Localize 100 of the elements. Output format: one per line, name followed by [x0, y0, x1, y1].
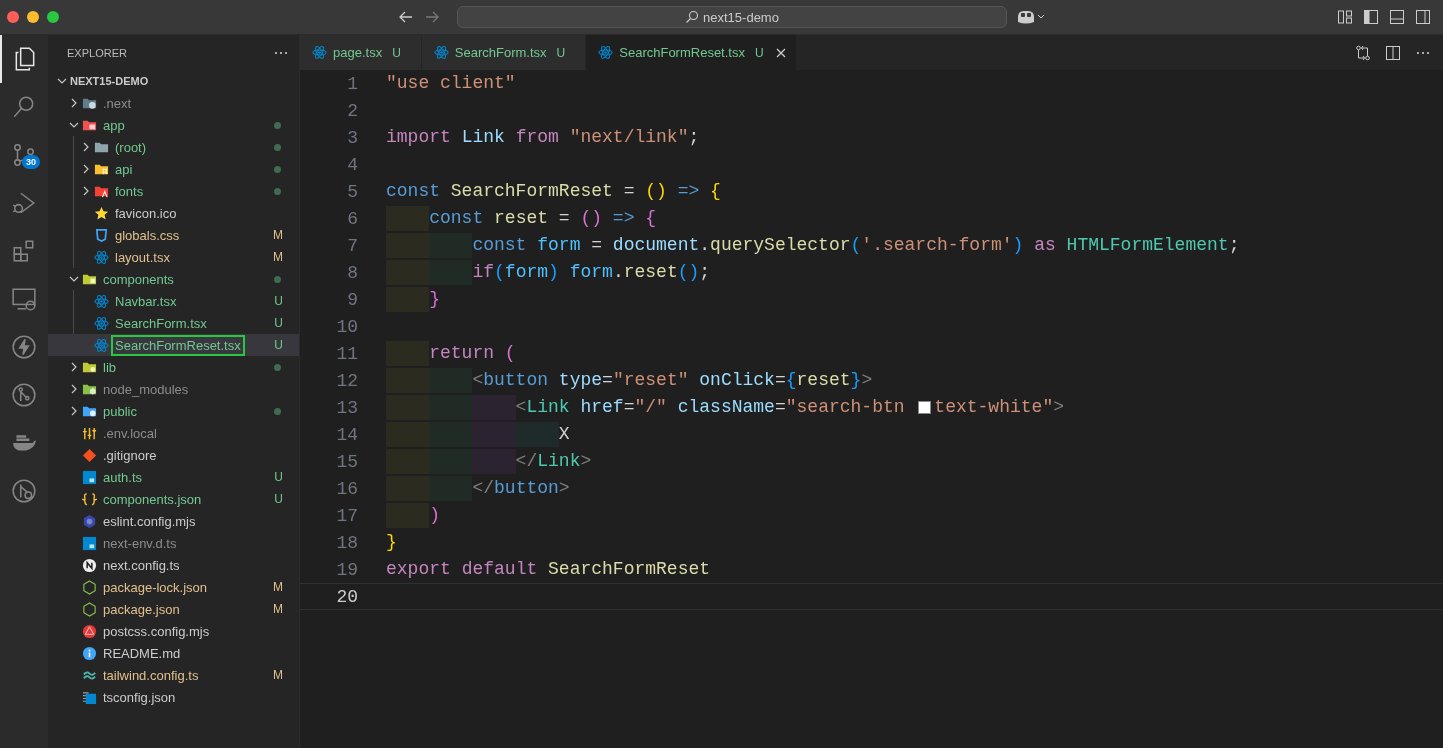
- code-token: reset: [796, 369, 851, 392]
- tree-row[interactable]: components.json U: [48, 488, 299, 510]
- tree-row[interactable]: SearchFormReset.tsx U: [48, 334, 299, 356]
- tree-row[interactable]: public: [48, 400, 299, 422]
- copilot-menu[interactable]: [1015, 9, 1045, 25]
- gitlens-icon[interactable]: [11, 478, 37, 504]
- tree-row[interactable]: auth.ts U: [48, 466, 299, 488]
- code-token: ): [1012, 234, 1025, 257]
- tree-row[interactable]: postcss.config.mjs: [48, 620, 299, 642]
- tree-row[interactable]: tsconfig.json: [48, 686, 299, 708]
- line-number: 19: [335, 559, 358, 580]
- file-name: package.json: [102, 600, 181, 619]
- command-search-field[interactable]: next15-demo: [457, 6, 1007, 28]
- file-name: .env.local: [102, 424, 158, 443]
- tree-row[interactable]: next.config.ts: [48, 554, 299, 576]
- code-token: "use client": [386, 72, 516, 95]
- tree-row[interactable]: README.md: [48, 642, 299, 664]
- tree-row[interactable]: tailwind.config.ts M: [48, 664, 299, 686]
- tree-row[interactable]: eslint.config.mjs: [48, 510, 299, 532]
- maximize-button[interactable]: [47, 11, 59, 23]
- code-token: }: [386, 531, 397, 554]
- monitor-icon[interactable]: [11, 286, 37, 312]
- layout-icon[interactable]: [1337, 9, 1353, 25]
- line-number: 13: [335, 397, 358, 418]
- css-file-icon: [94, 227, 109, 243]
- code-token: if: [386, 260, 495, 285]
- code-token: "/": [634, 396, 668, 419]
- status-letter: M: [273, 580, 283, 594]
- tree-row[interactable]: .env.local: [48, 422, 299, 444]
- code-token: <: [386, 395, 527, 420]
- atom-icon: [94, 249, 109, 265]
- code-token: (): [645, 180, 668, 203]
- line-number: 9: [346, 289, 358, 310]
- tree-row[interactable]: next-env.d.ts: [48, 532, 299, 554]
- status-letter: U: [274, 492, 283, 506]
- code-token: Link: [526, 396, 571, 419]
- file-name: next.config.ts: [102, 556, 181, 575]
- code-token: form: [504, 261, 549, 284]
- code-token: button: [483, 369, 550, 392]
- tree-row[interactable]: package.json M: [48, 598, 299, 620]
- lightning-icon[interactable]: [11, 334, 37, 360]
- tree-row[interactable]: components: [48, 268, 299, 290]
- tree-row[interactable]: Navbar.tsx U: [48, 290, 299, 312]
- atom-icon: [94, 293, 109, 309]
- graph-icon[interactable]: [11, 382, 37, 408]
- ts-file-icon: [82, 535, 97, 551]
- code-token: button: [494, 477, 559, 500]
- tree-row[interactable]: layout.tsx M: [48, 246, 299, 268]
- tree-row[interactable]: favicon.ico: [48, 202, 299, 224]
- branch-icon[interactable]: [11, 142, 37, 168]
- code-token: ;: [699, 261, 711, 284]
- file-name: layout.tsx: [114, 248, 171, 267]
- code-token: <: [386, 368, 484, 393]
- hexagon-icon: [82, 513, 97, 529]
- tree-row[interactable]: node_modules: [48, 378, 299, 400]
- tree-row[interactable]: NEXT15-DEMO: [48, 70, 299, 92]
- code-token: ;: [1228, 234, 1240, 257]
- code-token: SearchFormReset: [450, 180, 614, 203]
- tree-row[interactable]: SearchForm.tsx U: [48, 312, 299, 334]
- next-icon: [82, 557, 97, 573]
- hexagon-icon: [82, 601, 97, 617]
- file-name: postcss.config.mjs: [102, 622, 211, 641]
- code-token: Link: [537, 450, 581, 473]
- file-name: api: [114, 160, 134, 179]
- run-debug-icon[interactable]: [11, 190, 37, 216]
- tree-row[interactable]: fonts: [48, 180, 299, 202]
- file-name: README.md: [102, 644, 182, 663]
- code-token: ): [548, 261, 560, 284]
- status-letter: U: [392, 45, 401, 60]
- editor-tab[interactable]: SearchFormReset.tsx U: [586, 35, 797, 70]
- file-name: (root): [114, 138, 148, 157]
- tree-row[interactable]: globals.css M: [48, 224, 299, 246]
- split-editor-icon[interactable]: [1385, 44, 1401, 61]
- file-name: components.json: [102, 490, 203, 509]
- code-token: import: [386, 126, 452, 149]
- code-token: as: [1034, 234, 1057, 257]
- tree-row[interactable]: app: [48, 114, 299, 136]
- tree-row[interactable]: api: [48, 158, 299, 180]
- code-token: reset: [494, 207, 550, 230]
- status-letter: U: [274, 470, 283, 484]
- editor-tab[interactable]: SearchForm.tsx U: [421, 35, 587, 70]
- file-name: auth.ts: [102, 468, 144, 487]
- tree-row[interactable]: .gitignore: [48, 444, 299, 466]
- compare-changes-icon[interactable]: [1355, 44, 1371, 61]
- close-window-button[interactable]: [7, 11, 19, 23]
- secondary-sidebar-icon[interactable]: [1415, 9, 1431, 25]
- line-number: 4: [346, 154, 358, 175]
- file-name: .next: [102, 94, 133, 113]
- status-letter: M: [273, 668, 283, 682]
- tree-row[interactable]: (root): [48, 136, 299, 158]
- code-token: reset: [623, 261, 678, 284]
- tree-row[interactable]: .next: [48, 92, 299, 114]
- tree-row[interactable]: lib: [48, 356, 299, 378]
- panel-toggle-icon[interactable]: [1389, 9, 1405, 25]
- editor-tab[interactable]: page.tsx U: [300, 35, 422, 70]
- code-token: =: [602, 369, 613, 392]
- minimize-button[interactable]: [27, 11, 39, 23]
- tree-row[interactable]: package-lock.json M: [48, 576, 299, 598]
- tab-label: SearchFormReset.tsx: [619, 45, 745, 60]
- sidebar-toggle-icon[interactable]: [1363, 9, 1379, 25]
